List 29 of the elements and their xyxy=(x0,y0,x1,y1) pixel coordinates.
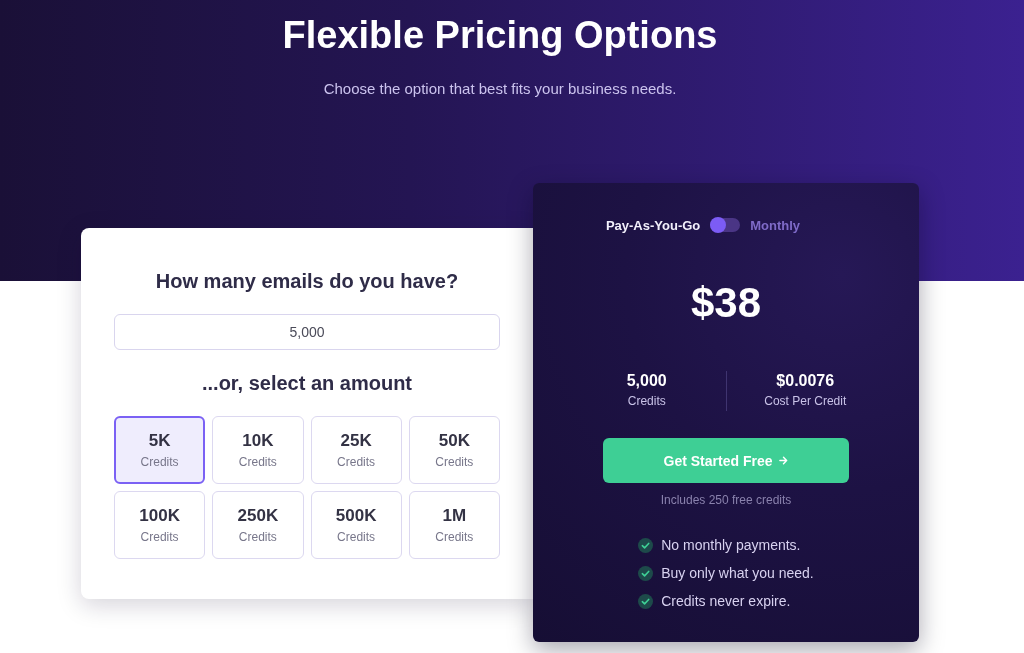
check-icon xyxy=(638,565,654,581)
page-subtitle: Choose the option that best fits your business needs. xyxy=(323,79,677,99)
amount-option[interactable]: 100K Credits xyxy=(114,491,206,559)
amount-option[interactable]: 5K Credits xyxy=(114,416,206,484)
amount-option[interactable]: 10K Credits xyxy=(212,416,304,484)
arrow-right-icon xyxy=(779,456,789,465)
billing-option[interactable]: Pay-As-You-Go xyxy=(605,217,701,233)
feature-text: Buy only what you need. xyxy=(661,564,814,583)
stat-value: 5,000 xyxy=(626,371,667,391)
amount-option[interactable]: 500K Credits xyxy=(310,491,402,559)
page-title: Flexible Pricing Options xyxy=(282,13,718,58)
amount-option[interactable]: 250K Credits xyxy=(212,491,304,559)
email-count-field[interactable]: 5,000 xyxy=(114,314,500,350)
check-icon xyxy=(638,593,654,609)
feature-text: No monthly payments. xyxy=(661,536,801,555)
stat-value: $0.0076 xyxy=(776,371,835,391)
check-icon xyxy=(638,537,654,553)
calculator-question: How many emails do you have? xyxy=(154,269,460,294)
feature-text: Credits never expire. xyxy=(661,592,791,611)
stat-label: Credits xyxy=(627,393,666,409)
free-credits-note: Includes 250 free credits xyxy=(660,492,792,508)
stat-label: Cost Per Credit xyxy=(764,393,847,409)
amount-option[interactable]: 50K Credits xyxy=(408,416,500,484)
billing-option[interactable]: Monthly xyxy=(750,217,801,233)
price-amount: $38 xyxy=(690,278,762,328)
select-amount-heading: ...or, select an amount xyxy=(200,371,414,396)
billing-toggle[interactable] xyxy=(710,218,741,232)
amount-option[interactable]: 1M Credits xyxy=(408,491,500,559)
amount-option[interactable]: 25K Credits xyxy=(310,416,402,484)
